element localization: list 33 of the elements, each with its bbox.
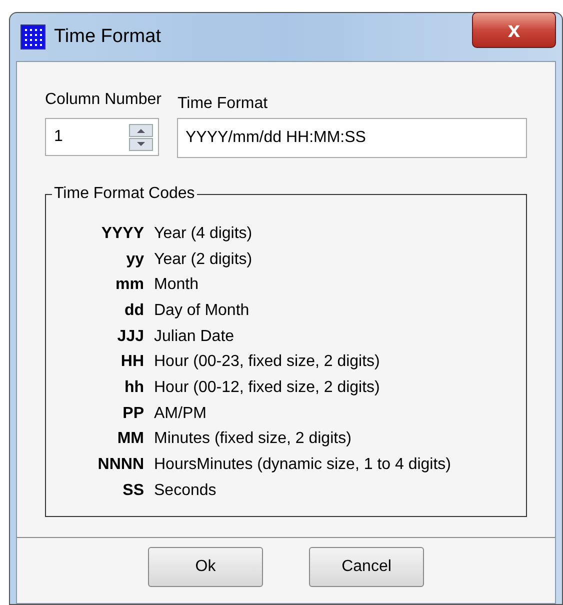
code-description: Year (4 digits)	[154, 224, 252, 244]
dialog-button[interactable]: Ok	[148, 547, 263, 588]
code-description: Seconds	[154, 480, 216, 501]
format-code: HH	[120, 352, 145, 372]
format-code: mm	[114, 275, 145, 296]
app-icon	[20, 24, 46, 50]
code-description: Julian Date	[154, 326, 234, 347]
format-code: MM	[116, 429, 145, 450]
format-code: yy	[125, 250, 145, 270]
format-code: dd	[123, 300, 145, 321]
code-description: Hour (00-23, fixed size, 2 digits)	[154, 352, 380, 372]
format-code: NNNN	[96, 455, 145, 476]
spin-up-icon[interactable]	[129, 124, 153, 136]
code-description: Year (2 digits)	[154, 250, 252, 270]
column-number-label: Column Number	[45, 90, 162, 110]
code-description: AM/PM	[154, 404, 206, 424]
time-format-field[interactable]: YYYY/mm/dd HH:MM:SS	[177, 118, 527, 158]
format-code: PP	[122, 404, 145, 424]
format-code: hh	[123, 378, 145, 398]
time-format-label: Time Format	[177, 94, 269, 112]
window-title: Time Format	[54, 24, 161, 49]
spin-down-icon[interactable]	[129, 138, 153, 150]
format-code: SS	[122, 480, 145, 501]
code-description: HoursMinutes (dynamic size, 1 to 4 digits)	[154, 455, 451, 476]
dialog-button[interactable]: Cancel	[309, 547, 424, 588]
column-number-spinner[interactable]: 1	[45, 118, 159, 156]
code-description: Minutes (fixed size, 2 digits)	[154, 429, 352, 450]
code-description: Day of Month	[154, 300, 250, 321]
code-description: Month	[154, 275, 198, 296]
close-button[interactable]: x	[472, 12, 556, 48]
format-code: JJJ	[116, 326, 145, 347]
code-description: Hour (00-12, fixed size, 2 digits)	[154, 378, 380, 398]
format-code: YYYY	[100, 224, 145, 244]
